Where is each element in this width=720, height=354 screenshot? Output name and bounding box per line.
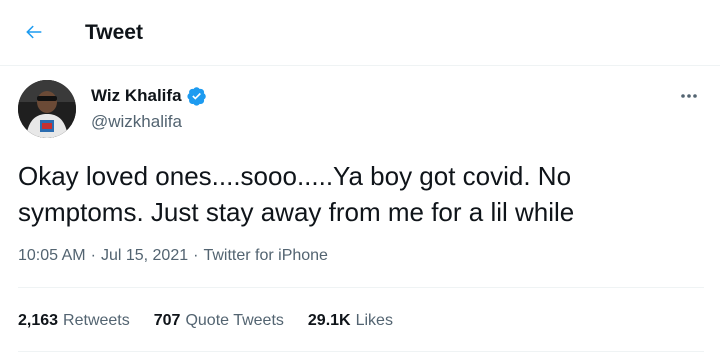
retweets-label: Retweets — [63, 312, 130, 329]
page-title: Tweet — [85, 21, 143, 44]
author-display-name[interactable]: Wiz Khalifa — [91, 86, 182, 106]
profile-photo — [18, 80, 76, 138]
likes-stat[interactable]: 29.1K Likes — [308, 312, 393, 330]
back-button[interactable] — [16, 14, 52, 50]
quote-tweets-label: Quote Tweets — [185, 312, 284, 329]
meta-separator: · — [193, 247, 199, 264]
more-dots-icon — [681, 94, 697, 98]
tweet-header: Tweet — [0, 0, 720, 66]
likes-label: Likes — [355, 312, 393, 329]
retweets-stat[interactable]: 2,163 Retweets — [18, 312, 130, 330]
author-handle[interactable]: @wizkhalifa — [91, 112, 182, 132]
tweet-stats: 2,163 Retweets 707 Quote Tweets 29.1K Li… — [18, 312, 417, 330]
divider — [18, 351, 704, 352]
verified-badge-icon — [186, 86, 207, 106]
quote-tweets-stat[interactable]: 707 Quote Tweets — [154, 312, 284, 330]
tweet-text: Okay loved ones....sooo.....Ya boy got c… — [18, 161, 575, 227]
tweet-date[interactable]: Jul 15, 2021 — [101, 247, 188, 265]
divider — [18, 287, 704, 288]
tweet-time[interactable]: 10:05 AM — [18, 247, 86, 265]
likes-count: 29.1K — [307, 312, 351, 329]
arrow-left-icon — [26, 25, 42, 39]
author-name-row[interactable]: Wiz Khalifa — [91, 86, 207, 106]
avatar[interactable] — [18, 80, 76, 138]
retweets-count: 2,163 — [18, 312, 59, 329]
quote-tweets-count: 707 — [153, 312, 181, 329]
more-options-button[interactable] — [674, 84, 704, 108]
tweet-meta: 10:05 AM · Jul 15, 2021 · Twitter for iP… — [18, 247, 328, 265]
meta-separator: · — [90, 247, 96, 264]
tweet-source[interactable]: Twitter for iPhone — [203, 247, 328, 265]
